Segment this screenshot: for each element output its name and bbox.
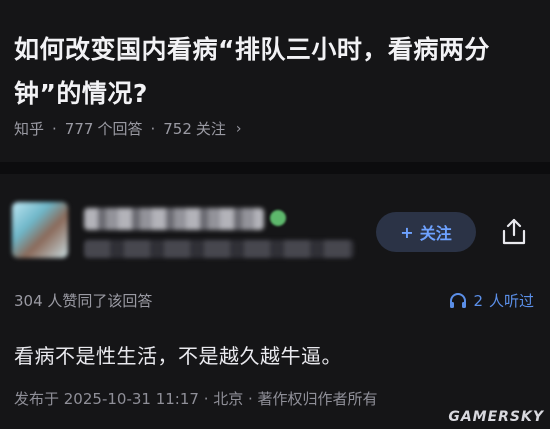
- headphones-icon: [450, 292, 467, 308]
- author-headline-blurred: [84, 240, 354, 258]
- verified-badge-icon: [270, 210, 286, 226]
- follow-count-suffix: 关注: [195, 120, 226, 138]
- listen-number: 2: [473, 291, 483, 310]
- follow-count: 752: [163, 119, 192, 138]
- share-icon: [502, 218, 526, 245]
- author-row: + 关注: [0, 196, 550, 272]
- chevron-right-icon: ›: [235, 120, 242, 137]
- plus-icon: +: [400, 222, 414, 242]
- listen-suffix: 人听过: [488, 292, 534, 310]
- follow-button-label: 关注: [419, 224, 452, 243]
- source-label: 知乎: [14, 120, 45, 138]
- follow-button[interactable]: + 关注: [376, 212, 476, 252]
- likes-count[interactable]: 304 人赞同了该回答: [14, 290, 152, 311]
- section-divider: [0, 162, 550, 174]
- share-button[interactable]: [496, 214, 532, 250]
- answer-count-suffix: 个回答: [97, 120, 143, 138]
- meta-separator: ·: [52, 119, 57, 138]
- answer-stats: 304 人赞同了该回答 2 人听过: [14, 290, 536, 314]
- meta-separator: ·: [150, 119, 156, 138]
- answer-page: 如何改变国内看病“排队三小时，看病两分钟”的情况? 知乎 · 777 个回答 ·…: [0, 0, 550, 429]
- listen-count[interactable]: 2 人听过: [449, 290, 534, 311]
- answer-body[interactable]: 看病不是性生活，不是越久越牛逼。: [14, 340, 342, 369]
- question-meta[interactable]: 知乎 · 777 个回答 · 752 关注 ›: [14, 118, 242, 139]
- author-name-blurred[interactable]: [84, 208, 264, 230]
- answer-count: 777: [64, 119, 94, 138]
- publish-info: 发布于 2025-10-31 11:17 · 北京 · 著作权归作者所有: [14, 390, 378, 408]
- question-title[interactable]: 如何改变国内看病“排队三小时，看病两分钟”的情况?: [14, 28, 534, 116]
- site-watermark: GAMERSKY: [448, 409, 544, 425]
- avatar[interactable]: [12, 202, 68, 258]
